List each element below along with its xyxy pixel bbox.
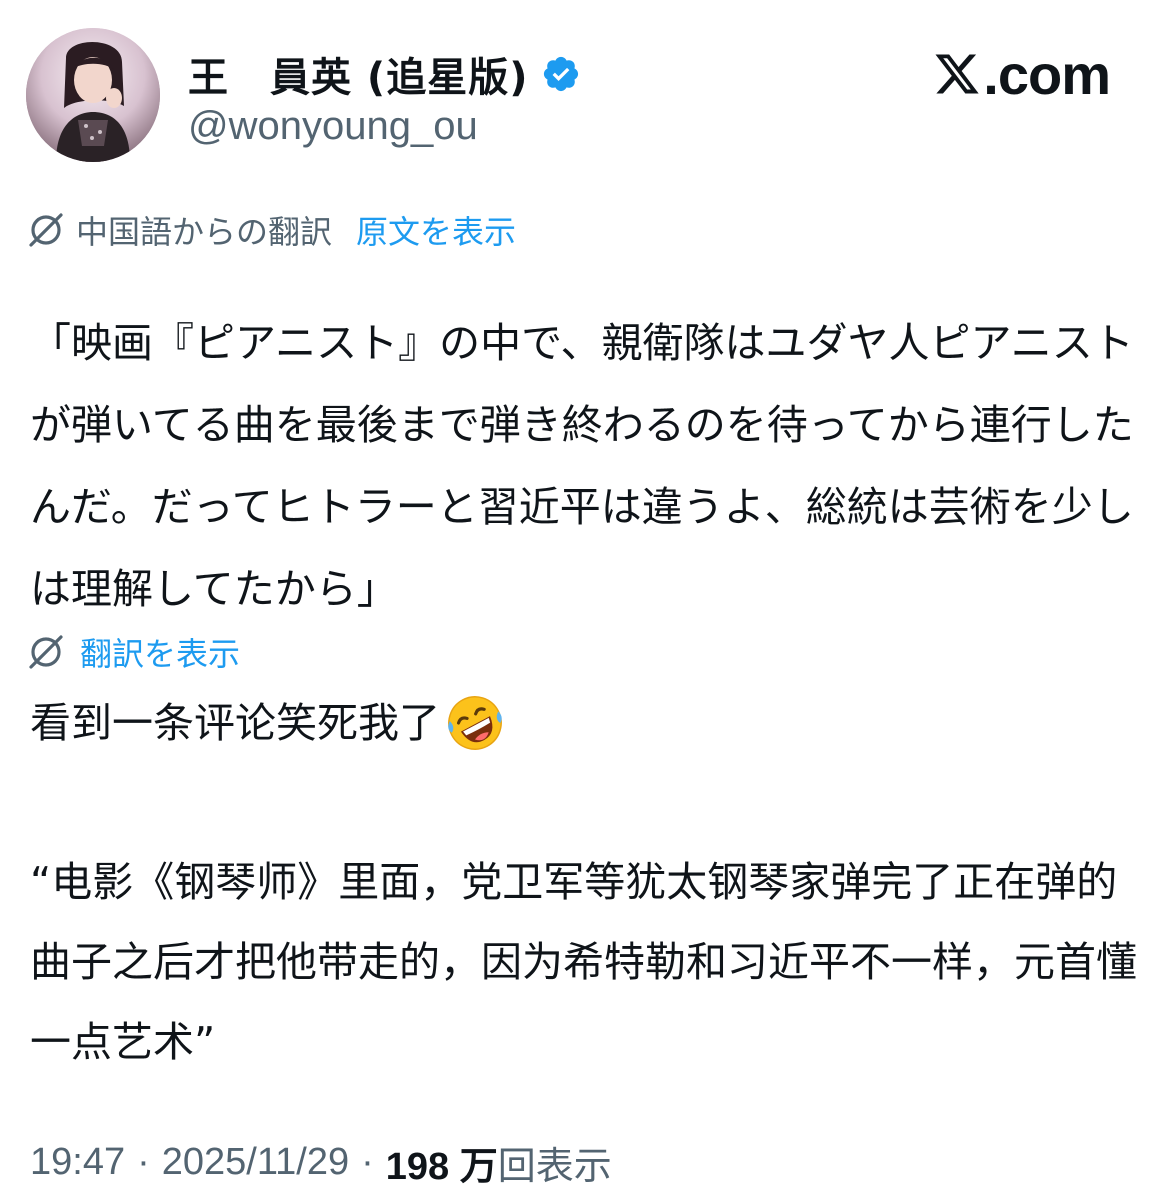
original-quote-text: “电影《钢琴师》里面，党卫军等犹太钢琴家弹完了正在弹的曲子之后才把他带走的，因为… [30, 858, 1137, 1066]
views-count[interactable]: 198 万 [386, 1135, 498, 1190]
original-tweet-line: 看到一条评论笑死我了 [30, 682, 1145, 764]
tweet-time[interactable]: 19:47 [30, 1141, 125, 1184]
x-com-logo: .com [933, 42, 1111, 106]
rolling-on-the-floor-laughing-emoji [448, 696, 502, 750]
globe-slash-icon [29, 213, 63, 247]
show-translation-row: 翻訳を表示 [26, 630, 240, 674]
show-original-link[interactable]: 原文を表示 [356, 207, 516, 253]
x-logo-icon [935, 54, 979, 94]
meta-separator: · [137, 1140, 150, 1183]
views-label: 回表示 [497, 1143, 612, 1188]
verified-badge-icon [543, 56, 578, 92]
tweet-meta: 19:47 · 2025/11/29 · 198 万 回表示 [30, 1134, 612, 1190]
tweet-date[interactable]: 2025/11/29 [162, 1141, 349, 1184]
tweet-header: 王 員英 (追星版) @wonyoung_ou .com [0, 0, 1170, 180]
avatar[interactable] [26, 28, 160, 162]
translation-banner: 中国語からの翻訳 原文を表示 [26, 208, 516, 252]
globe-slash-icon [29, 635, 63, 669]
display-name[interactable]: 王 員英 (追星版) [188, 45, 529, 103]
meta-separator: · [361, 1140, 374, 1183]
name-row: 王 員英 (追星版) [188, 46, 581, 102]
translated-from-label: 中国語からの翻訳 [76, 213, 333, 251]
user-handle[interactable]: @wonyoung_ou [188, 104, 478, 149]
translated-tweet-text: 「映画『ピアニスト』の中で、親衛隊はユダヤ人ピアニストが弾いてる曲を最後まで弾き… [30, 319, 1134, 613]
original-text-line: 看到一条评论笑死我了 [30, 699, 440, 747]
show-translation-link[interactable]: 翻訳を表示 [80, 629, 240, 675]
profile-photo [26, 28, 160, 162]
x-com-logo-text: .com [983, 42, 1111, 106]
